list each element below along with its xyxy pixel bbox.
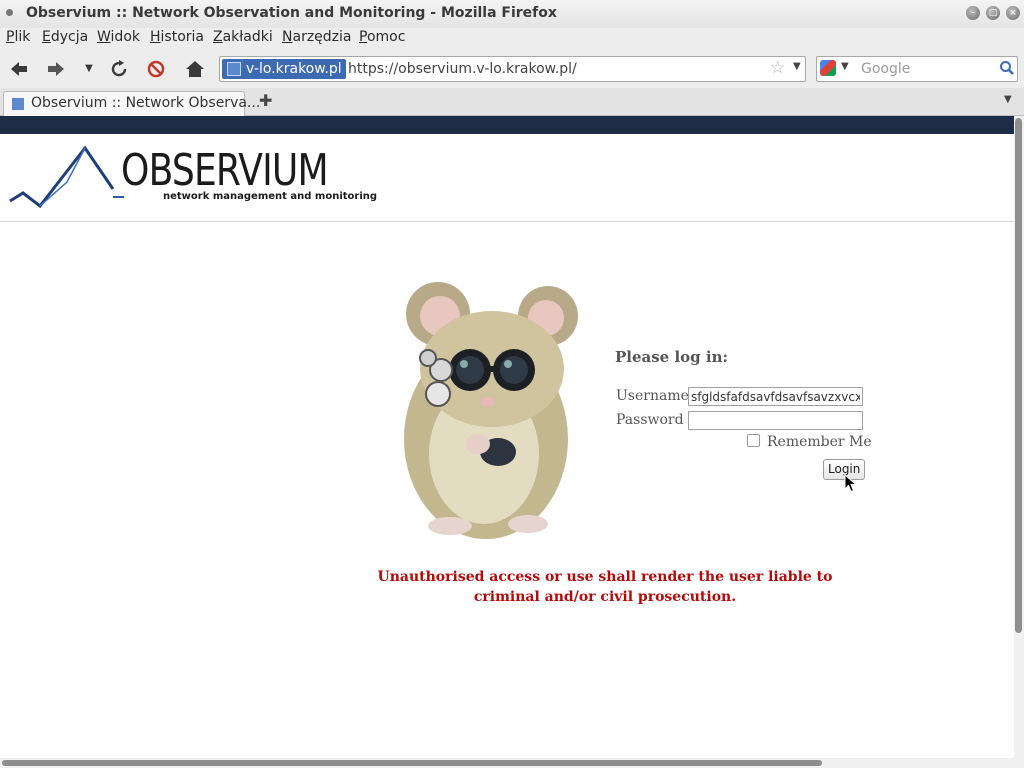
menu-item-historia[interactable]: Historia <box>150 29 204 45</box>
search-engine-dropdown-icon[interactable]: ▼ <box>841 61 849 72</box>
login-heading: Please log in: <box>615 348 729 366</box>
menu-item-widok[interactable]: Widok <box>97 29 140 45</box>
warning-line-1: Unauthorised access or use shall render … <box>377 569 833 585</box>
new-tab-icon[interactable]: ✚ <box>259 91 272 110</box>
site-identity-label: v-lo.krakow.pl <box>246 61 342 77</box>
forward-icon[interactable] <box>44 57 68 81</box>
password-label: Password <box>616 412 684 428</box>
menu-item-pomoc[interactable]: Pomoc <box>359 29 405 45</box>
horizontal-scrollbar[interactable] <box>0 758 1024 768</box>
page-content: OBSERVIUM network management and monitor… <box>0 116 1014 758</box>
site-identity-button[interactable]: v-lo.krakow.pl <box>222 59 346 79</box>
menu-bar: Plik Edycja Widok Historia Zakładki Narz… <box>0 28 1024 50</box>
reload-icon[interactable] <box>107 57 131 81</box>
header-divider <box>0 221 1014 222</box>
minimize-icon[interactable]: – <box>966 6 980 20</box>
search-input[interactable] <box>859 60 995 78</box>
url-dropdown-icon[interactable]: ▼ <box>793 61 801 72</box>
menu-item-plik[interactable]: Plik <box>6 29 30 45</box>
warning-line-2: criminal and/or civil prosecution. <box>473 589 737 605</box>
tab-label: Observium :: Network Observa... <box>31 95 261 111</box>
history-dropdown-icon[interactable]: ▼ <box>77 57 101 81</box>
menu-item-zakladki[interactable]: Zakładki <box>213 29 273 45</box>
menu-item-edycja[interactable]: Edycja <box>42 29 88 45</box>
observium-logo[interactable]: OBSERVIUM network management and monitor… <box>9 144 377 208</box>
mouse-cursor-icon <box>844 474 858 493</box>
horizontal-scroll-thumb[interactable] <box>2 760 822 766</box>
vertical-scrollbar[interactable] <box>1014 116 1024 758</box>
tab-favicon-icon <box>12 98 24 110</box>
maximize-icon[interactable]: □ <box>986 6 1000 20</box>
logo-wordmark: OBSERVIUM <box>121 145 329 196</box>
navigation-toolbar: ▼ v-lo.krakow.pl ☆ ▼ ▼ <box>0 50 1024 88</box>
close-icon[interactable]: × <box>1006 6 1020 20</box>
username-label: Username <box>616 388 689 404</box>
search-engine-icon[interactable] <box>820 60 836 76</box>
search-go-icon[interactable] <box>999 59 1015 81</box>
hamster-mascot-image <box>404 282 578 539</box>
site-favicon-icon <box>227 62 241 76</box>
window-title: Observium :: Network Observation and Mon… <box>26 5 557 21</box>
window-titlebar: Observium :: Network Observation and Mon… <box>0 0 1024 28</box>
remember-me-label: Remember Me <box>767 434 872 450</box>
vertical-scroll-thumb[interactable] <box>1015 118 1022 633</box>
mountain-logo-icon <box>9 145 124 208</box>
back-icon[interactable] <box>7 57 31 81</box>
login-form: Please log in: Username Password Remembe… <box>614 348 874 488</box>
logo-tagline: network management and monitoring <box>163 191 378 202</box>
tab-strip: Observium :: Network Observa... ✚ ▼ <box>0 88 1024 116</box>
site-top-strip <box>0 116 1014 134</box>
password-input[interactable] <box>688 411 863 430</box>
menu-item-narzedzia[interactable]: Narzędzia <box>282 29 352 45</box>
bookmark-star-icon[interactable]: ☆ <box>770 58 785 78</box>
window-menu-icon[interactable] <box>6 9 13 16</box>
url-input[interactable] <box>346 60 770 78</box>
remember-me-checkbox[interactable] <box>747 434 760 447</box>
url-bar[interactable]: v-lo.krakow.pl ☆ ▼ <box>219 56 806 82</box>
username-input[interactable] <box>688 387 863 406</box>
stop-icon[interactable] <box>144 57 168 81</box>
tab-observium[interactable]: Observium :: Network Observa... <box>3 91 260 116</box>
unauthorised-warning: Unauthorised access or use shall render … <box>355 567 855 607</box>
search-bar[interactable]: ▼ <box>816 56 1018 82</box>
home-icon[interactable] <box>183 57 207 81</box>
tab-list-dropdown-icon[interactable]: ▼ <box>1004 94 1012 105</box>
